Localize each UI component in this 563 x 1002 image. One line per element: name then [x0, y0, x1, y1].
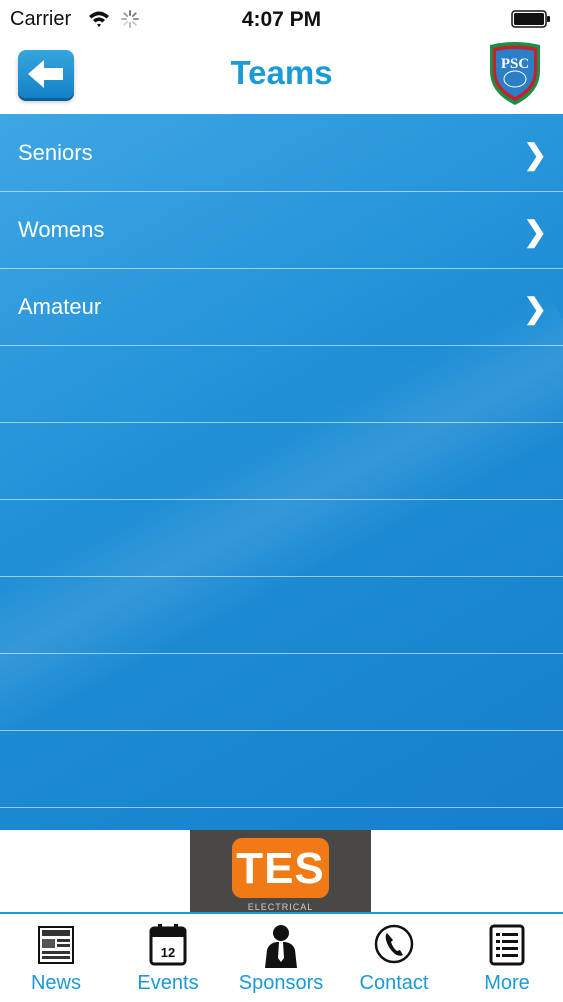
nav-bar: Teams PSC — [0, 38, 563, 114]
newspaper-icon — [38, 926, 74, 964]
status-bar: Carrier 4:07 PM — [0, 0, 563, 38]
team-label: Amateur — [18, 294, 102, 319]
team-label: Seniors — [18, 140, 93, 165]
empty-row — [0, 653, 563, 731]
tab-news[interactable]: News — [0, 914, 112, 1002]
team-row-amateur[interactable]: Amateur ❯ — [0, 268, 563, 346]
sponsor-ad-banner[interactable]: TES ELECTRICAL — [190, 830, 371, 912]
page-title: Teams — [230, 54, 333, 91]
tab-label: More — [484, 972, 530, 994]
tab-label: Events — [137, 972, 199, 994]
ad-logo: TES — [232, 838, 329, 898]
tab-label: News — [30, 972, 81, 994]
club-crest-text: PSC — [501, 56, 529, 72]
ad-subtitle: ELECTRICAL — [247, 902, 314, 912]
tab-bar: News 12 Events Sponsors Contact More — [0, 912, 563, 1002]
empty-row — [0, 499, 563, 577]
chevron-right-icon: ❯ — [523, 216, 547, 247]
club-crest-icon[interactable]: PSC — [487, 41, 543, 107]
ad-brand-text: TES — [236, 844, 325, 893]
tab-more[interactable]: More — [451, 914, 563, 1002]
empty-row — [0, 576, 563, 654]
battery-icon — [511, 10, 550, 28]
phone-icon — [374, 924, 414, 964]
empty-row — [0, 345, 563, 423]
empty-row — [0, 730, 563, 808]
teams-list: Seniors ❯ Womens ❯ Amateur ❯ — [0, 114, 563, 830]
calendar-day: 12 — [161, 945, 175, 960]
tab-contact[interactable]: Contact — [338, 914, 450, 1002]
chevron-right-icon: ❯ — [523, 293, 547, 324]
chevron-right-icon: ❯ — [523, 139, 547, 170]
ad-area: TES ELECTRICAL — [0, 830, 563, 912]
tab-events[interactable]: 12 Events — [112, 914, 224, 1002]
tab-label: Sponsors — [238, 972, 324, 994]
tab-sponsors[interactable]: Sponsors — [225, 914, 337, 1002]
team-row-seniors[interactable]: Seniors ❯ — [0, 114, 563, 192]
person-icon — [265, 925, 297, 968]
list-icon — [489, 924, 525, 966]
calendar-icon: 12 — [149, 924, 187, 966]
status-time: 4:07 PM — [241, 8, 322, 31]
team-row-womens[interactable]: Womens ❯ — [0, 191, 563, 269]
team-label: Womens — [18, 217, 105, 242]
tab-label: Contact — [359, 972, 429, 994]
empty-row — [0, 422, 563, 500]
